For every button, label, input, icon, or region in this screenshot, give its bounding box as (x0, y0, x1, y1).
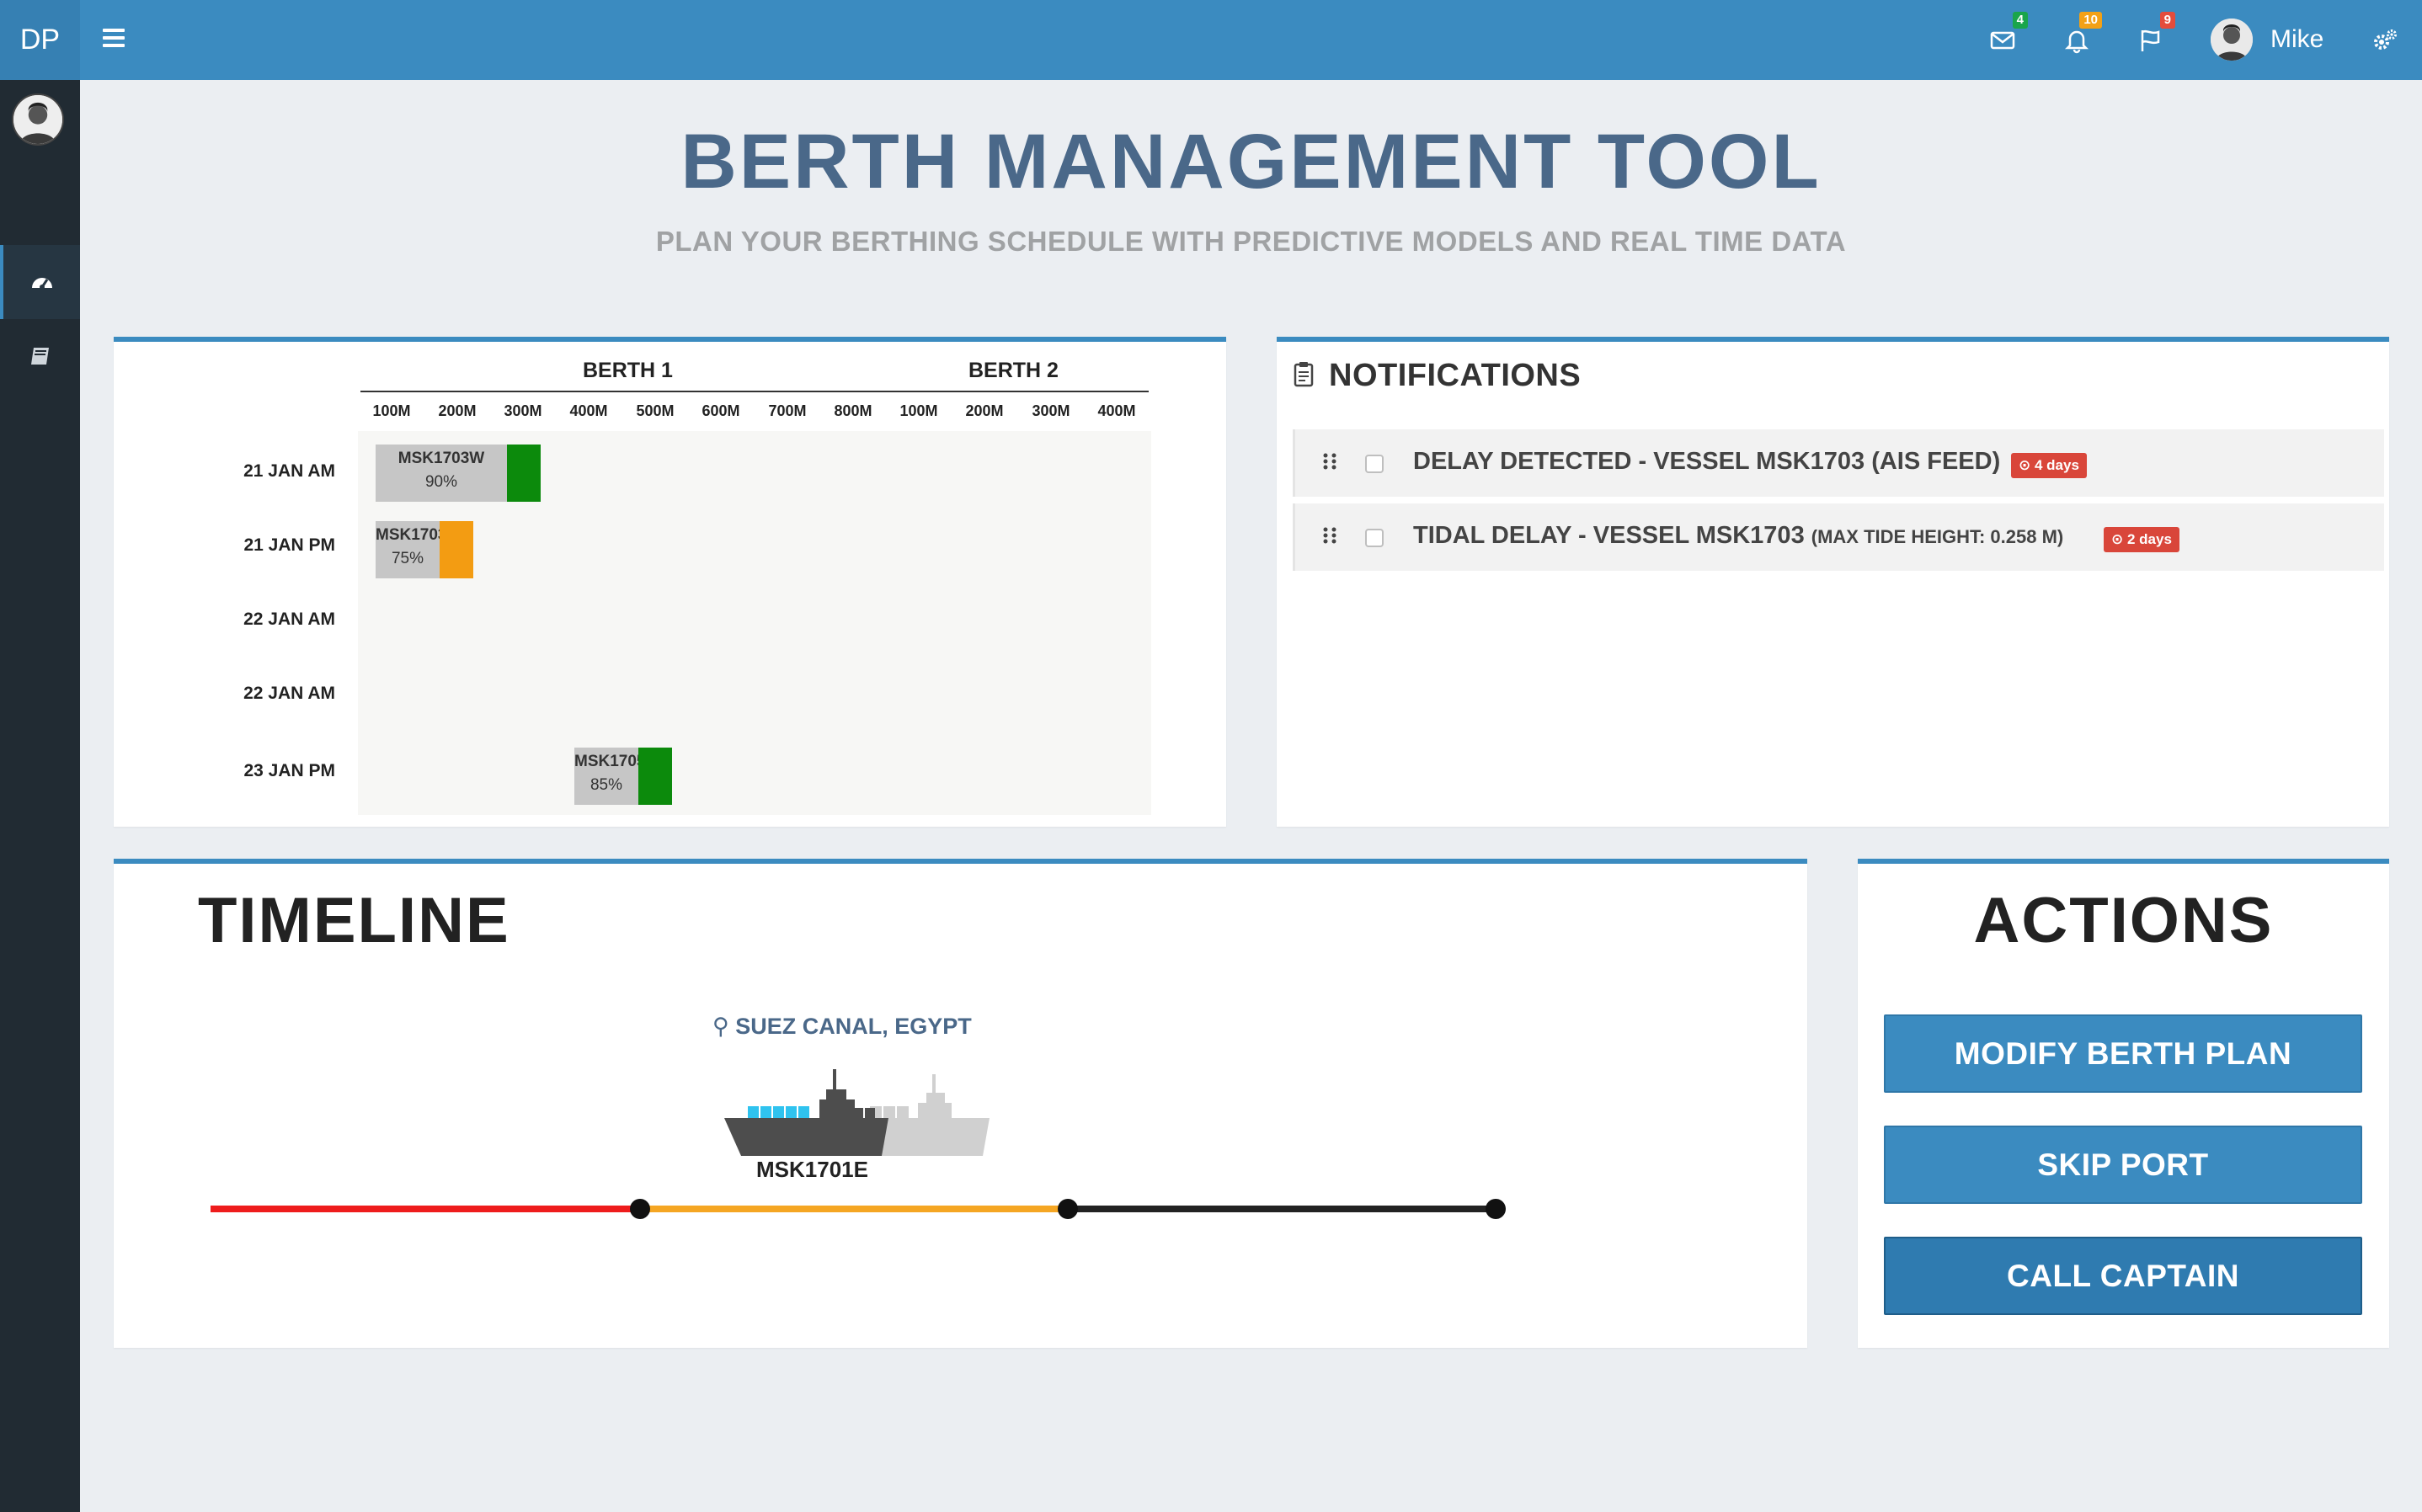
notifications-panel (1277, 337, 2389, 827)
call-captain-button[interactable]: CALL CAPTAIN (1884, 1237, 2362, 1315)
notification-item[interactable]: TIDAL DELAY - VESSEL MSK1703 (MAX TIDE H… (1293, 503, 2384, 571)
tick-label: 200M (438, 402, 477, 419)
flag-icon[interactable]: 9 (2133, 12, 2175, 57)
location-text: SUEZ CANAL, EGYPT (735, 1014, 972, 1039)
notification-checkbox[interactable] (1365, 529, 1384, 547)
top-navbar: DP 4 10 9 Mike (0, 0, 2422, 80)
berth-header-divider (360, 391, 1149, 392)
drag-handle-icon[interactable] (1322, 452, 1337, 471)
tick-label: 300M (1032, 402, 1070, 419)
row-label: 23 JAN PM (243, 761, 335, 780)
brand-logo[interactable]: DP (0, 0, 80, 80)
page-subtitle: PLAN YOUR BERTHING SCHEDULE WITH PREDICT… (655, 226, 1847, 257)
vessel-percent: 85% (589, 776, 623, 794)
tick-label: 500M (636, 402, 675, 419)
actions-title: ACTIONS (1973, 885, 2274, 956)
berth-1-header: BERTH 1 (583, 359, 673, 382)
bell-badge: 10 (2079, 12, 2102, 29)
skip-port-button[interactable]: SKIP PORT (1884, 1126, 2362, 1204)
drag-handle-icon[interactable] (1322, 526, 1337, 545)
mail-badge: 4 (2012, 12, 2028, 29)
vessel-status-bar (507, 445, 541, 502)
tick-label: 400M (569, 402, 608, 419)
notification-checkbox[interactable] (1365, 455, 1384, 473)
tick-label: 200M (965, 402, 1004, 419)
book-icon (30, 348, 49, 365)
menu-toggle-icon[interactable] (103, 29, 125, 49)
tick-label: 300M (504, 402, 542, 419)
page-title: BERTH MANAGEMENT TOOL (680, 119, 1822, 205)
timeline-node[interactable] (1058, 1199, 1078, 1219)
notification-time: 4 days (2034, 457, 2079, 473)
notification-detail: (MAX TIDE HEIGHT: 0.258 M) (1811, 526, 2064, 547)
vessel-percent: 90% (424, 473, 458, 491)
tick-label: 800M (834, 402, 872, 419)
sidebar-item-dashboard[interactable] (0, 245, 80, 319)
ship-name: MSK1701E (756, 1157, 868, 1182)
tick-label: 100M (899, 402, 938, 419)
notifications-title: NOTIFICATIONS (1329, 358, 1582, 393)
vessel-name: MSK1703 (376, 526, 440, 544)
notification-time: 2 days (2126, 531, 2172, 547)
sidebar-avatar[interactable] (12, 93, 64, 146)
berth-2-header: BERTH 2 (968, 359, 1059, 382)
tick-label: 700M (768, 402, 807, 419)
vessel-block[interactable]: MSK1703W 90% (376, 445, 507, 502)
tick-label: 100M (372, 402, 411, 419)
vessel-percent: 75% (391, 550, 424, 567)
vessel-name: MSK1703W (397, 450, 485, 467)
timeline-segment (211, 1206, 640, 1212)
row-label: 22 JAN AM (243, 684, 335, 703)
notification-text: TIDAL DELAY - VESSEL MSK1703 (MAX TIDE H… (1413, 522, 2063, 550)
vessel-status-bar (440, 521, 473, 578)
modify-berth-plan-button[interactable]: MODIFY BERTH PLAN (1884, 1014, 2362, 1093)
location-label: ⚲ SUEZ CANAL, EGYPT (712, 1014, 972, 1040)
timeline-node[interactable] (630, 1199, 650, 1219)
timeline-title: TIMELINE (198, 885, 510, 956)
row-label: 21 JAN AM (243, 461, 335, 481)
mail-icon[interactable]: 4 (1986, 12, 2028, 57)
row-label: 22 JAN AM (243, 610, 335, 629)
timeline-node[interactable] (1486, 1199, 1506, 1219)
timeline-segment (640, 1206, 1068, 1212)
row-label: 21 JAN PM (243, 535, 335, 555)
ship-icon (724, 1069, 990, 1156)
sidebar-item-book[interactable] (0, 319, 80, 393)
sidebar (0, 80, 80, 1512)
user-name[interactable]: Mike (2270, 25, 2323, 54)
dashboard-gauge-icon (31, 278, 52, 290)
settings-gears-icon[interactable] (2368, 24, 2402, 57)
vessel-status-bar (638, 748, 672, 805)
flag-badge: 9 (2159, 12, 2175, 29)
vessel-block[interactable]: MSK1703 75% (376, 521, 440, 578)
map-pin-icon: ⚲ (712, 1014, 736, 1039)
notification-text: DELAY DETECTED - VESSEL MSK1703 (AIS FEE… (1413, 448, 2001, 475)
user-avatar[interactable] (2211, 19, 2253, 61)
notification-time-badge: ⊙ 4 days (2011, 453, 2087, 478)
vessel-name: MSK1705 (574, 753, 638, 770)
notification-main-text: TIDAL DELAY - VESSEL MSK1703 (1413, 522, 1805, 549)
bell-icon[interactable]: 10 (2060, 12, 2102, 57)
timeline-segment (1068, 1206, 1496, 1212)
clipboard-icon (1294, 362, 1314, 387)
notification-time-badge: ⊙ 2 days (2104, 527, 2179, 552)
tick-label: 600M (702, 402, 740, 419)
tick-label: 400M (1097, 402, 1136, 419)
vessel-block[interactable]: MSK1705 85% (574, 748, 638, 805)
notification-item[interactable]: DELAY DETECTED - VESSEL MSK1703 (AIS FEE… (1293, 429, 2384, 497)
